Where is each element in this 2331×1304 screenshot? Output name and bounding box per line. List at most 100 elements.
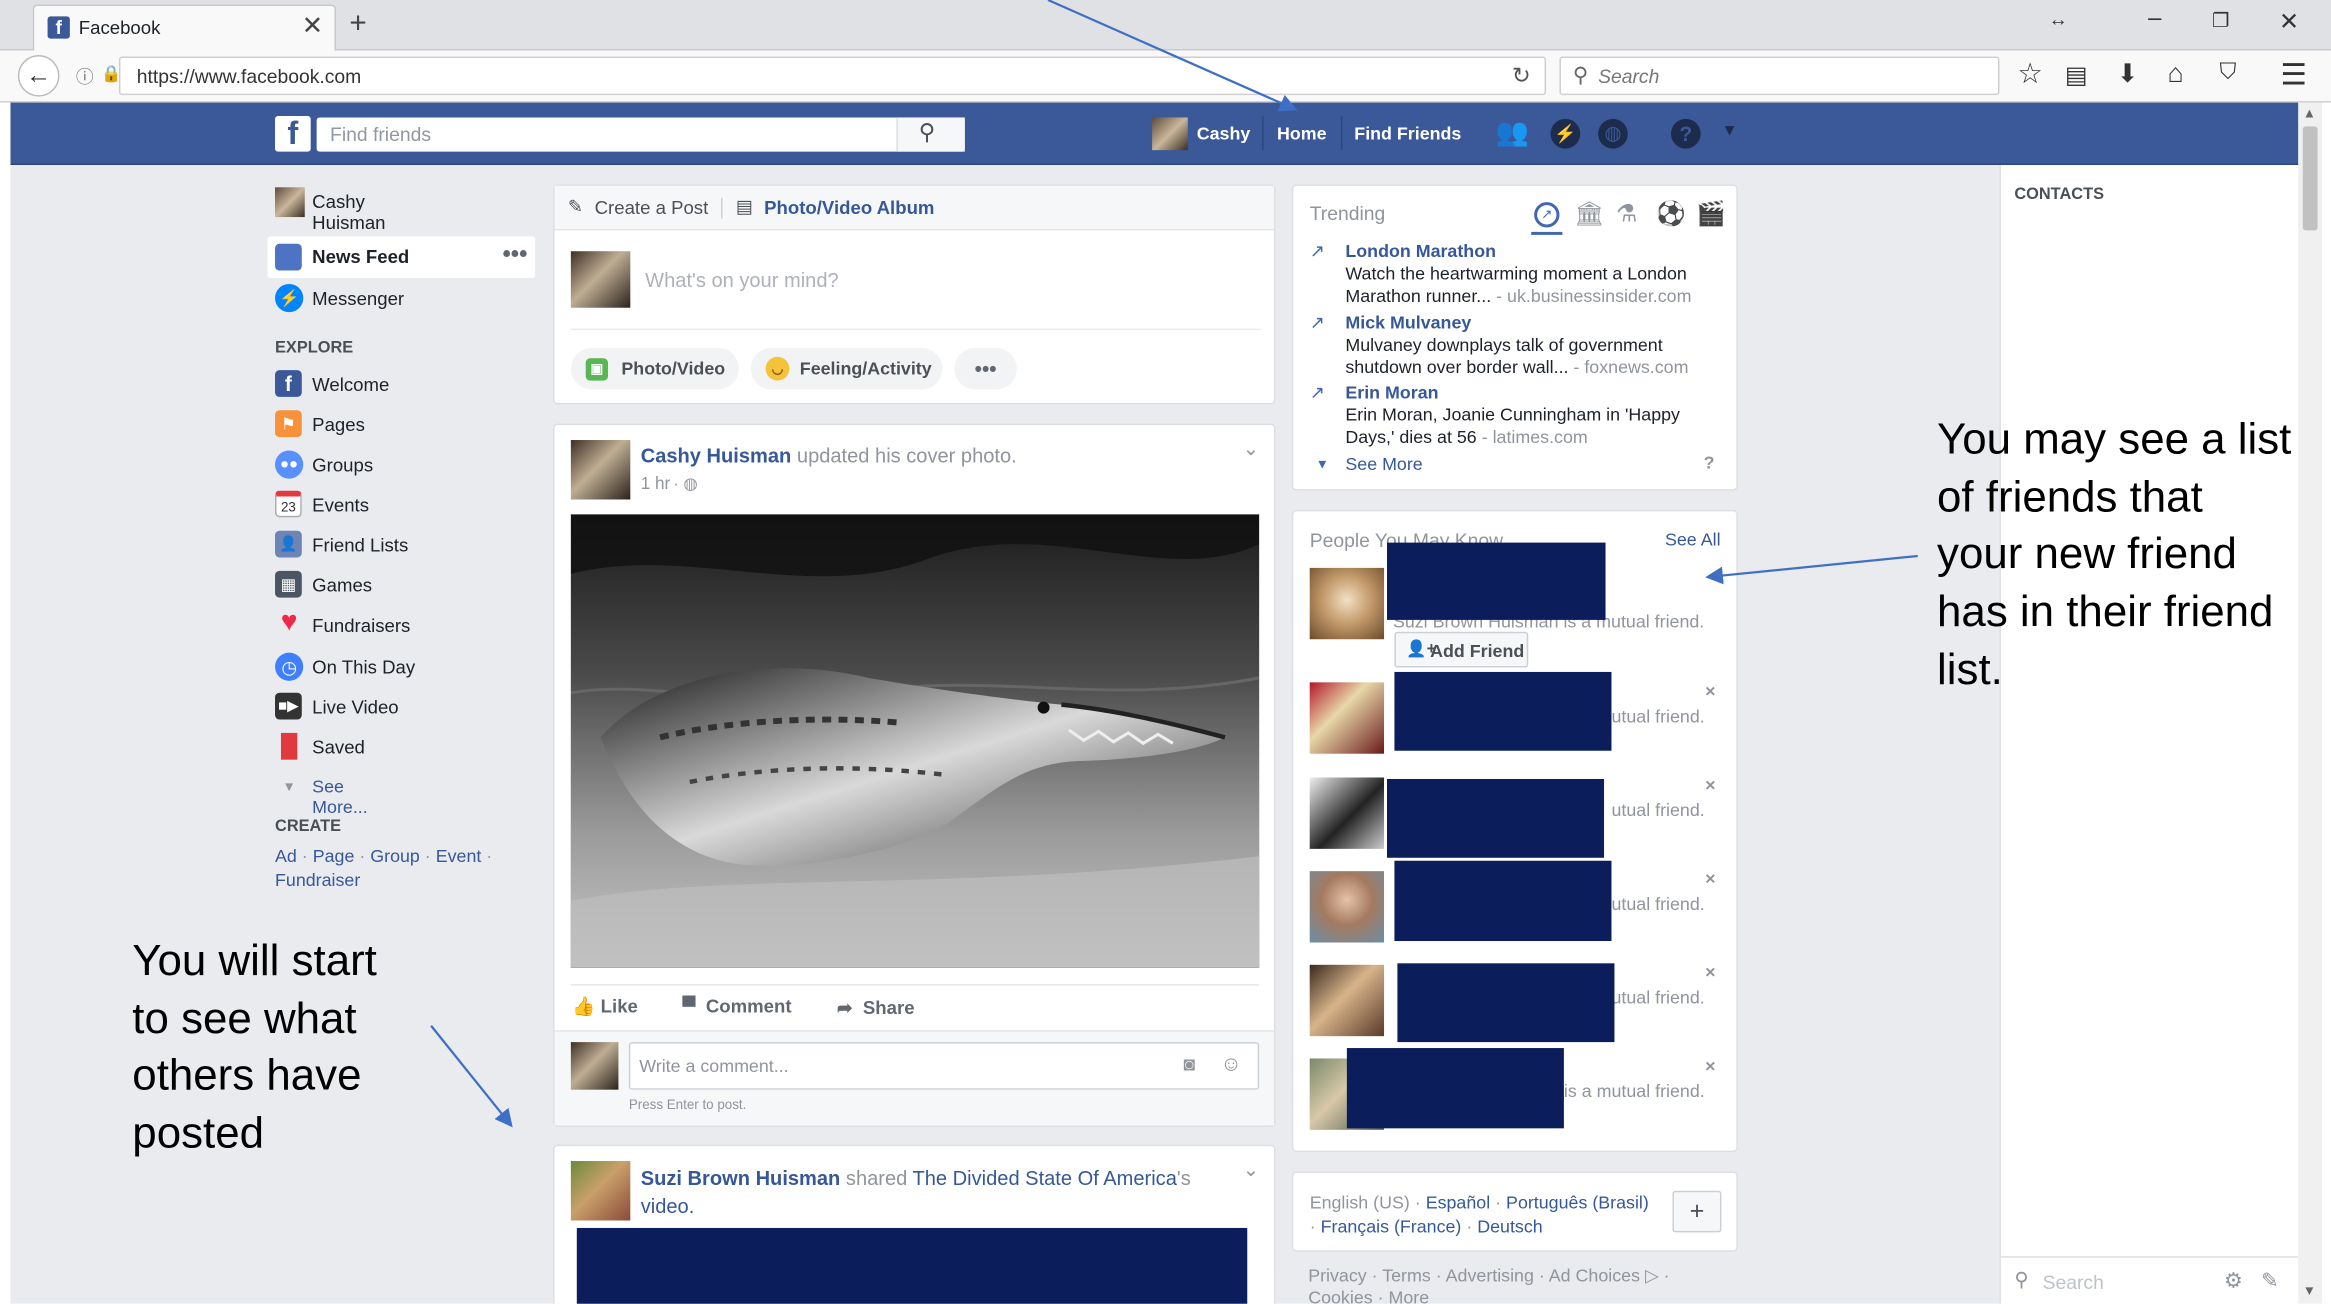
- cover-photo[interactable]: [570, 514, 1260, 968]
- resize-icon[interactable]: ↔: [2049, 7, 2068, 29]
- trending-see-more-link[interactable]: See More: [1345, 453, 1422, 474]
- footer-links[interactable]: Privacy · Terms · Advertising · Ad Choic…: [1308, 1265, 1739, 1304]
- scrollbar-thumb[interactable]: [2302, 126, 2318, 231]
- create-fundraiser-link[interactable]: Fundraiser: [275, 870, 360, 891]
- create-post-tab[interactable]: Create a Post: [595, 198, 709, 219]
- dismiss-icon[interactable]: ×: [1705, 868, 1715, 889]
- sports-ball-icon[interactable]: ⚽: [1656, 199, 1686, 229]
- create-group-link[interactable]: Group: [370, 846, 420, 867]
- reader-list-icon[interactable]: ▤: [2065, 61, 2087, 91]
- facebook-logo-icon[interactable]: f: [275, 114, 311, 152]
- notifications-globe-icon[interactable]: ◍: [1598, 118, 1628, 149]
- scrollbar[interactable]: ▲ ▼: [2298, 102, 2323, 1304]
- person-photo[interactable]: [1309, 871, 1385, 943]
- help-icon[interactable]: ?: [1670, 118, 1701, 149]
- bookmark-star-icon[interactable]: ☆: [2017, 58, 2042, 92]
- user-avatar[interactable]: [1152, 117, 1188, 151]
- scroll-up-icon[interactable]: ▲: [2303, 106, 2316, 121]
- feeling-activity-button[interactable]: ◡ Feeling/Activity: [750, 347, 943, 390]
- url-bar[interactable]: ⓘ 🔒 https://www.facebook.com ↻: [76, 56, 1547, 96]
- dismiss-icon[interactable]: ×: [1705, 962, 1715, 983]
- comment-button[interactable]: ▀ Comment: [682, 996, 791, 1017]
- trending-help-icon[interactable]: ?: [1704, 452, 1715, 473]
- photo-video-button[interactable]: ▣ Photo/Video: [570, 347, 739, 390]
- dismiss-icon[interactable]: ×: [1705, 775, 1715, 796]
- home-link[interactable]: Home: [1277, 123, 1327, 144]
- status-input[interactable]: What's on your mind?: [645, 269, 838, 291]
- post-chevron-down-icon[interactable]: ⌄: [1243, 437, 1259, 461]
- nav-item-pages[interactable]: ⚑ Pages: [275, 410, 528, 440]
- nav-item-friend-lists[interactable]: 👤 Friend Lists: [275, 530, 528, 561]
- profile-avatar[interactable]: [275, 187, 305, 218]
- friend-requests-icon[interactable]: 👥: [1496, 117, 1529, 148]
- comment-input[interactable]: Write a comment... ◙ ☺: [628, 1042, 1260, 1090]
- nav-item-fundraisers[interactable]: ♥ Fundraisers: [275, 606, 528, 641]
- more-options-icon[interactable]: •••: [502, 242, 527, 269]
- nav-item-live-video[interactable]: ■▶ Live Video: [275, 692, 528, 723]
- nav-item-welcome[interactable]: f Welcome: [275, 370, 528, 400]
- back-arrow-icon[interactable]: ←: [17, 55, 60, 97]
- more-options-button[interactable]: •••: [954, 347, 1017, 390]
- video-link[interactable]: video.: [641, 1195, 695, 1217]
- shared-page-link[interactable]: The Divided State Of America: [913, 1167, 1177, 1189]
- post-author-avatar[interactable]: [570, 1161, 631, 1221]
- download-icon[interactable]: ⬇: [2117, 59, 2138, 89]
- pymk-see-all-link[interactable]: See All: [1665, 529, 1721, 550]
- see-more-link[interactable]: See More...: [312, 776, 368, 818]
- entertainment-clapper-icon[interactable]: 🎬: [1696, 199, 1726, 229]
- window-close-icon[interactable]: ✕: [2279, 7, 2299, 37]
- account-dropdown-icon[interactable]: ▼: [1721, 122, 1737, 140]
- create-ad-link[interactable]: Ad: [275, 846, 297, 867]
- politics-building-icon[interactable]: 🏛: [1574, 199, 1604, 229]
- reload-icon[interactable]: ↻: [1512, 62, 1531, 89]
- add-language-button[interactable]: +: [1672, 1190, 1722, 1233]
- trending-top-icon[interactable]: ↗: [1534, 202, 1560, 228]
- info-icon[interactable]: ⓘ: [76, 64, 94, 89]
- profile-name-link[interactable]: Cashy Huisman: [312, 192, 385, 234]
- compose-icon[interactable]: ✎: [2261, 1268, 2278, 1293]
- science-flask-icon[interactable]: ⚗: [1616, 199, 1637, 229]
- contacts-search[interactable]: ⚲ Search ⚙ ✎: [2000, 1256, 2299, 1304]
- gear-icon[interactable]: ⚙: [2224, 1268, 2243, 1293]
- post-timestamp[interactable]: 1 hr: [641, 476, 670, 494]
- language-link[interactable]: Português (Brasil): [1506, 1192, 1649, 1213]
- minimize-icon[interactable]: –: [2148, 6, 2161, 33]
- photo-album-tab[interactable]: Photo/Video Album: [764, 198, 934, 219]
- camera-icon[interactable]: ◙: [1183, 1053, 1195, 1075]
- language-link[interactable]: Español: [1426, 1192, 1490, 1213]
- close-tab-icon[interactable]: ✕: [302, 12, 323, 42]
- nav-item-on-this-day[interactable]: ◷ On This Day: [275, 652, 528, 683]
- news-feed-item[interactable]: News Feed •••: [267, 236, 536, 278]
- person-photo[interactable]: [1309, 777, 1385, 849]
- language-link[interactable]: Deutsch: [1477, 1216, 1542, 1237]
- messenger-item[interactable]: ⚡ Messenger: [275, 283, 528, 314]
- post-author-link[interactable]: Suzi Brown Huisman: [641, 1167, 841, 1189]
- menu-icon[interactable]: ☰: [2280, 56, 2307, 93]
- scroll-down-icon[interactable]: ▼: [2303, 1283, 2316, 1298]
- post-chevron-down-icon[interactable]: ⌄: [1243, 1158, 1259, 1182]
- create-event-link[interactable]: Event: [436, 846, 482, 867]
- add-friend-button[interactable]: 👤+ Add Friend: [1394, 631, 1529, 668]
- person-photo[interactable]: [1309, 964, 1385, 1037]
- create-page-link[interactable]: Page: [313, 846, 355, 867]
- post-author-link[interactable]: Cashy Huisman: [641, 444, 792, 466]
- dismiss-icon[interactable]: ×: [1705, 681, 1715, 702]
- restore-icon[interactable]: ❐: [2212, 9, 2229, 33]
- person-photo[interactable]: [1309, 682, 1385, 754]
- nav-item-games[interactable]: ▦ Games: [275, 570, 528, 601]
- messages-icon[interactable]: ⚡: [1550, 118, 1581, 149]
- nav-item-events[interactable]: 23 Events: [275, 490, 528, 521]
- nav-item-saved[interactable]: Saved: [275, 732, 528, 763]
- pocket-icon[interactable]: ⛉: [2219, 59, 2236, 84]
- find-friends-search[interactable]: Find friends ⚲: [316, 117, 965, 152]
- nav-item-groups[interactable]: ●● Groups: [275, 450, 528, 480]
- profile-link[interactable]: Cashy: [1197, 123, 1251, 144]
- home-icon[interactable]: ⌂: [2167, 58, 2183, 89]
- dismiss-icon[interactable]: ×: [1705, 1055, 1715, 1076]
- emoji-icon[interactable]: ☺: [1220, 1051, 1241, 1075]
- browser-tab[interactable]: f Facebook ✕: [32, 4, 336, 51]
- like-button[interactable]: 👍 Like: [572, 996, 638, 1018]
- new-tab-icon[interactable]: +: [349, 7, 366, 41]
- find-friends-link[interactable]: Find Friends: [1354, 123, 1461, 144]
- browser-search-bar[interactable]: ⚲ Search: [1559, 56, 2000, 96]
